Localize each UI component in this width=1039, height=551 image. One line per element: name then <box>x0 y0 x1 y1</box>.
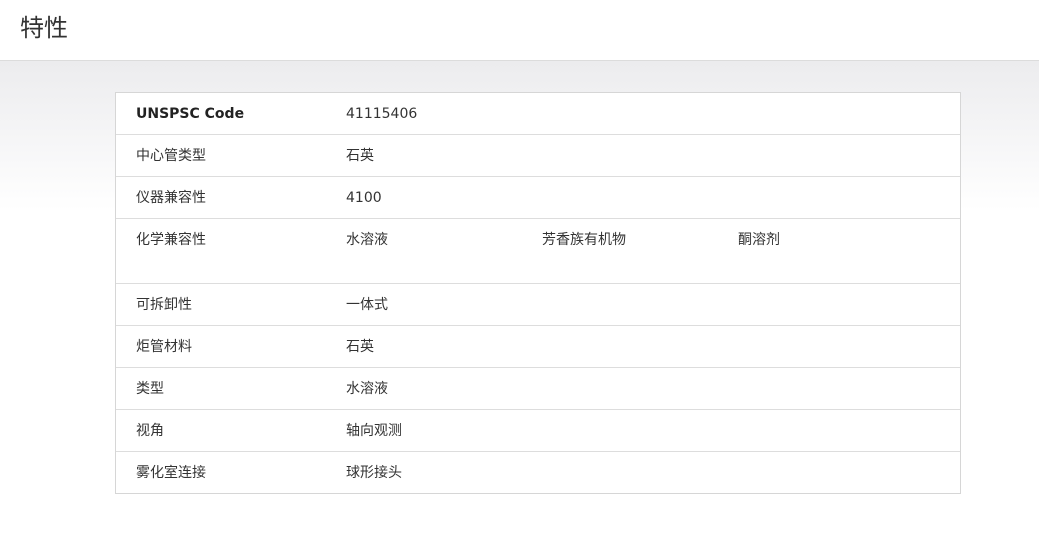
spec-value: 水溶液 <box>346 232 388 248</box>
spec-label: 可拆卸性 <box>136 297 192 313</box>
spec-value: 4100 <box>346 190 382 206</box>
spec-value: 41115406 <box>346 106 418 122</box>
page-title: 特性 <box>20 14 68 42</box>
spec-row-unspsc-code: UNSPSC Code 41115406 <box>116 93 960 134</box>
spec-value: 石英 <box>346 339 374 355</box>
spec-row-chemical-compatibility: 化学兼容性 水溶液 芳香族有机物 酮溶剂 <box>116 218 960 283</box>
spec-value: 酮溶剂 <box>738 232 780 248</box>
spec-value: 球形接头 <box>346 465 402 481</box>
spec-label: 视角 <box>136 423 164 439</box>
spec-row-spray-chamber-connection: 雾化室连接 球形接头 <box>116 451 960 493</box>
page-header: 特性 <box>0 0 1039 61</box>
spec-label: 仪器兼容性 <box>136 190 206 206</box>
spec-label: 炬管材料 <box>136 339 192 355</box>
spec-value: 轴向观测 <box>346 423 402 439</box>
spec-row-viewing-mode: 视角 轴向观测 <box>116 409 960 451</box>
spec-value: 石英 <box>346 148 374 164</box>
spec-label: 雾化室连接 <box>136 465 206 481</box>
spec-value: 芳香族有机物 <box>542 232 626 248</box>
spec-row-center-tube-type: 中心管类型 石英 <box>116 134 960 176</box>
spec-value: 一体式 <box>346 297 388 313</box>
spec-row-torch-material: 炬管材料 石英 <box>116 325 960 367</box>
spec-row-type: 类型 水溶液 <box>116 367 960 409</box>
spec-label: UNSPSC Code <box>136 106 245 122</box>
spec-value: 水溶液 <box>346 381 388 397</box>
spec-row-removability: 可拆卸性 一体式 <box>116 283 960 325</box>
content-area: UNSPSC Code 41115406 中心管类型 石英 仪器兼容性 4100… <box>0 61 1039 551</box>
spec-label: 化学兼容性 <box>136 232 206 248</box>
specifications-table: UNSPSC Code 41115406 中心管类型 石英 仪器兼容性 4100… <box>115 92 961 494</box>
spec-label: 中心管类型 <box>136 148 206 164</box>
spec-row-instrument-compatibility: 仪器兼容性 4100 <box>116 176 960 218</box>
spec-label: 类型 <box>136 381 164 397</box>
